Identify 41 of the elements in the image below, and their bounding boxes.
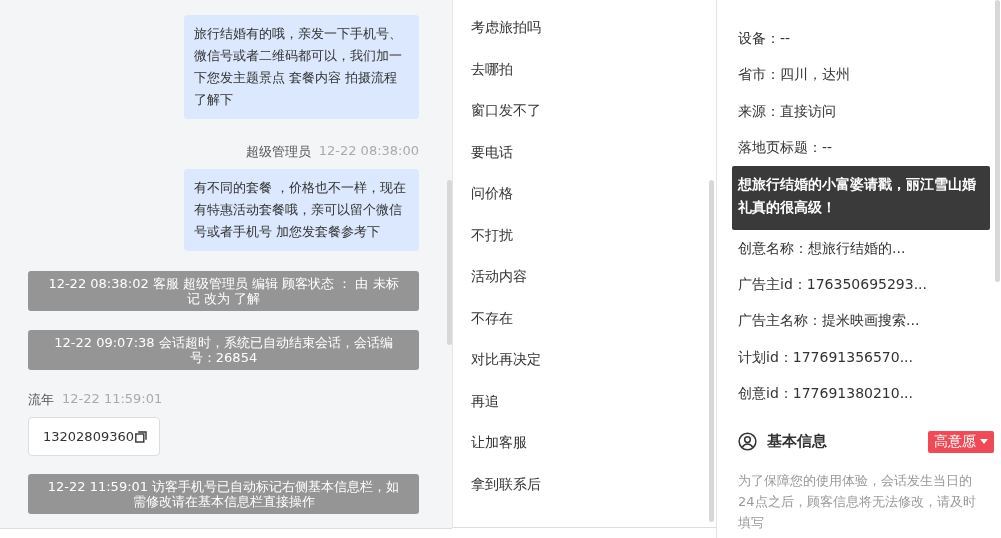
info-field: 创意名称：想旅行结婚的... — [738, 229, 906, 266]
info-field: 设备：-- — [738, 20, 791, 57]
caret-icon — [980, 439, 988, 444]
info-field: 省市：四川，达州 — [738, 56, 850, 93]
user-icon — [738, 432, 757, 451]
info-field: 创意id：177691380210... — [738, 375, 913, 412]
quick-reply-item[interactable]: 窗口发不了 — [453, 90, 559, 132]
message-bubble: 旅行结婚有的哦，亲发一下手机号、微信号或者二维码都可以，我们加一下您发主题景点 套餐内容 拍摄流程了解下 — [184, 15, 419, 119]
quick-reply-item[interactable]: 去哪拍 — [453, 48, 531, 90]
quick-reply-item[interactable]: 不存在 — [453, 297, 531, 339]
system-notice: 12-22 11:59:01 访客手机号已自动标记右侧基本信息栏，如需修改请在基本信息栏直接操作 — [28, 474, 419, 514]
sender-name: 超级管理员 — [245, 143, 311, 161]
sender-name: 流年 — [28, 391, 54, 409]
quick-reply-item[interactable]: 对比再决定 — [453, 339, 559, 381]
scrollbar[interactable] — [447, 180, 452, 345]
quick-reply-item[interactable]: 不打扰 — [453, 214, 531, 256]
quick-reply-item[interactable]: 让加客服 — [453, 422, 545, 464]
scrollbar[interactable] — [709, 180, 714, 522]
info-field: 广告主名称：提米映画搜索... — [738, 302, 920, 339]
section-title: 基本信息 — [767, 432, 827, 451]
quick-reply-item[interactable]: 拿到联系后 — [453, 463, 559, 505]
quick-reply-item[interactable]: 问价格 — [453, 173, 531, 215]
copy-icon[interactable] — [135, 430, 147, 443]
quick-reply-item[interactable]: 活动内容 — [453, 256, 545, 298]
message-time: 12-22 08:38:00 — [318, 143, 419, 160]
info-field: 落地页标题：-- — [738, 129, 833, 166]
system-notice: 12-22 09:07:38 会话超时，系统已自动结束会话，会话编号：26854 — [28, 330, 419, 370]
phone-number: 13202809360 — [43, 429, 134, 444]
scrollbar[interactable] — [995, 0, 1000, 282]
info-field: 广告主id：176350695293... — [738, 265, 927, 303]
info-field: 计划id：177691356570... — [738, 338, 913, 376]
message-bubble: 有不同的套餐 ，价格也不一样，现在有特惠活动套餐哦，亲可以留个微信号或者手机号 加您发套餐参考下 — [184, 169, 419, 251]
quick-reply-item[interactable]: 考虑旅拍吗 — [453, 7, 559, 49]
message-time: 12-22 11:59:01 — [62, 391, 163, 408]
notice-text: 为了保障您的使用体验，会话发生当日的24点之后，顾客信息将无法修改，请及时填写 — [738, 471, 977, 532]
quick-reply-item[interactable]: 要电话 — [453, 131, 531, 173]
quick-reply-item[interactable]: 再追 — [453, 380, 517, 422]
system-notice: 12-22 08:38:02 客服 超级管理员 编辑 顾客状态 ： 由 未标记 改为 了解 — [28, 271, 419, 311]
info-field: 来源：直接访问 — [738, 92, 836, 130]
intent-dropdown[interactable]: 高意愿 — [928, 430, 994, 453]
tooltip: 想旅行结婚的小富婆请戳，丽江雪山婚礼真的很高级！ — [732, 165, 990, 230]
